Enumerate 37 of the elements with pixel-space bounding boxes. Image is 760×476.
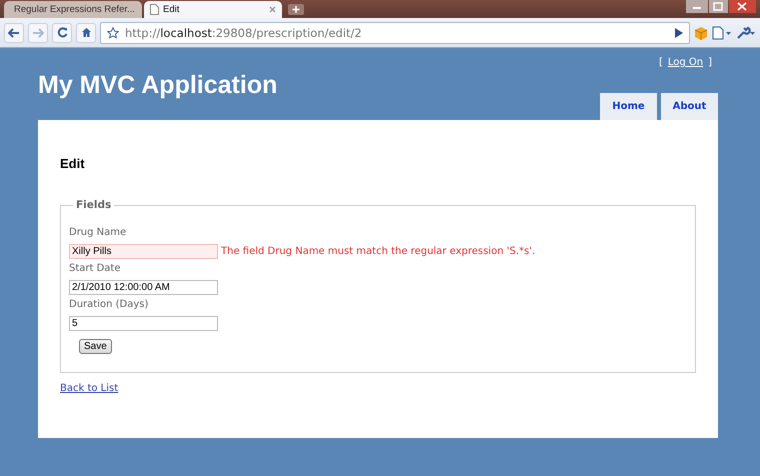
arrow-right-icon — [32, 28, 44, 38]
site-title: My MVC Application — [38, 71, 278, 101]
back-button[interactable] — [4, 22, 24, 42]
log-on-link[interactable]: Log On — [668, 57, 704, 68]
go-icon[interactable] — [675, 28, 683, 38]
input-field[interactable]: 5 — [69, 316, 218, 331]
tab-title: Regular Expressions Refer... — [14, 4, 135, 15]
bracket: ] — [708, 57, 712, 68]
page-icon — [150, 4, 159, 15]
input-field[interactable]: 2/1/2010 12:00:00 AM — [69, 280, 218, 295]
validation-message: The field Drug Name must match the regular expression 'S.*s'. — [221, 246, 536, 257]
group-legend: Fields — [73, 199, 114, 211]
menu-tab[interactable]: About — [661, 93, 718, 120]
field-label: Drug Name — [69, 227, 128, 238]
tab-title: Edit — [163, 4, 180, 15]
star-icon[interactable] — [107, 26, 119, 38]
back-link[interactable]: Back to List — [60, 383, 118, 394]
field-label: Start Date — [69, 263, 122, 274]
box-icon[interactable] — [694, 26, 708, 40]
save-button[interactable]: Save — [79, 339, 112, 354]
house-icon — [80, 27, 92, 38]
bracket: [ — [658, 57, 663, 68]
home-button[interactable] — [76, 22, 96, 42]
browser-tab[interactable]: Edit — [144, 1, 282, 18]
arrow-left-icon — [8, 28, 20, 38]
reload-button[interactable] — [52, 22, 72, 42]
field-label: Duration (Days) — [69, 299, 150, 310]
new-tab-icon[interactable] — [288, 4, 304, 15]
browser-tab[interactable]: Regular Expressions Refer... — [4, 1, 142, 18]
page-heading: Edit — [60, 156, 86, 171]
window-controls-drawing[interactable] — [686, 0, 756, 13]
page-menu-icon[interactable] — [712, 26, 732, 40]
reload-icon — [56, 27, 68, 38]
address-field[interactable]: http://localhost:29808/prescription/edit/2 — [100, 22, 690, 44]
menu-tab[interactable]: Home — [600, 93, 657, 120]
close-icon[interactable] — [269, 6, 276, 13]
input-field[interactable]: Xilly Pills — [69, 244, 218, 259]
